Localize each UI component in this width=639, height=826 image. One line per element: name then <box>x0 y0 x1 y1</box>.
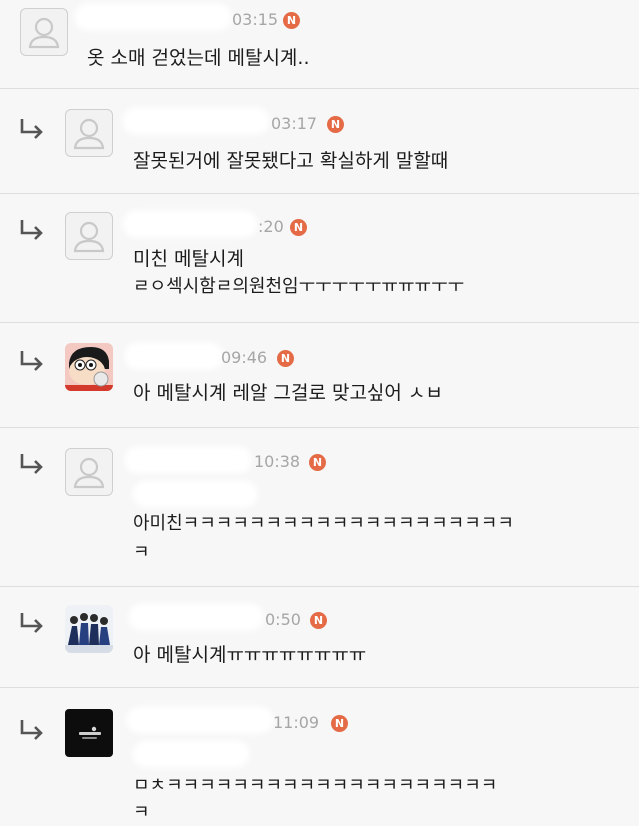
comment-item: 11:09 N ㅁㅊㅋㅋㅋㅋㅋㅋㅋㅋㅋㅋㅋㅋㅋㅋㅋㅋㅋㅋㅋㅋ ㅋ <box>0 688 639 823</box>
new-badge: N <box>309 454 326 471</box>
comment-time: :20 <box>258 217 284 236</box>
default-avatar-icon[interactable] <box>65 109 113 157</box>
comment-text: 잘못된거에 잘못됐다고 확실하게 말할때 <box>133 150 449 172</box>
comment-time: 11:09 <box>273 713 320 732</box>
comment-time: 09:46 <box>221 348 268 367</box>
new-badge: N <box>277 350 294 367</box>
group-photo-avatar[interactable] <box>65 605 113 653</box>
comment-text: 아 메탈시계 레알 그걸로 맞고싶어 ㅅㅂ <box>133 382 443 404</box>
new-badge: N <box>290 219 307 236</box>
comment-text-line2: ㅋ <box>133 802 150 823</box>
username-redacted <box>126 214 254 234</box>
comment-item: :20 N 미친 메탈시계 ㄹㅇ섹시함ㄹ의원천임ㅜㅜㅜㅜㅜㅠㅠㅠㅜㅜ <box>0 194 639 322</box>
reply-arrow-icon <box>18 218 46 242</box>
comment-text-line1: 미친 메탈시계 <box>133 248 244 270</box>
redacted-text <box>136 484 254 504</box>
reply-arrow-icon <box>18 452 46 476</box>
default-avatar-icon[interactable] <box>65 448 113 496</box>
reply-arrow-icon <box>18 349 46 373</box>
reply-arrow-icon <box>18 718 46 742</box>
dark-logo-avatar[interactable] <box>65 709 113 757</box>
new-badge: N <box>283 12 300 29</box>
new-badge: N <box>331 715 348 732</box>
username-redacted <box>78 7 228 27</box>
comment-text-line2: ㄹㅇ섹시함ㄹ의원천임ㅜㅜㅜㅜㅜㅠㅠㅠㅜㅜ <box>133 276 465 297</box>
comment-item: 09:46 N 아 메탈시계 레알 그걸로 맞고싶어 ㅅㅂ <box>0 323 639 427</box>
username-redacted <box>130 710 270 730</box>
comment-time: 0:50 <box>265 610 301 629</box>
new-badge: N <box>310 612 327 629</box>
comment-text-line1: ㅁㅊㅋㅋㅋㅋㅋㅋㅋㅋㅋㅋㅋㅋㅋㅋㅋㅋㅋㅋㅋㅋ <box>133 775 498 796</box>
comment-item: 10:38 N 아미친ㅋㅋㅋㅋㅋㅋㅋㅋㅋㅋㅋㅋㅋㅋㅋㅋㅋㅋㅋㅋ ㅋ <box>0 428 639 586</box>
comment-item: 03:17 N 잘못된거에 잘못됐다고 확실하게 말할때 <box>0 89 639 193</box>
comment-text: 옷 소매 걷었는데 메탈시계.. <box>87 47 310 69</box>
comment-text: 아 메탈시계ㅠㅠㅠㅠㅠㅠㅠㅠ <box>133 644 367 666</box>
username-redacted <box>126 111 266 131</box>
username-redacted <box>128 346 220 366</box>
comment-time: 03:17 <box>271 114 318 133</box>
comment-time: 10:38 <box>254 452 301 471</box>
default-avatar-icon[interactable] <box>65 212 113 260</box>
reply-arrow-icon <box>18 611 46 635</box>
comment-text-line2: ㅋ <box>133 542 150 563</box>
username-redacted <box>132 607 260 627</box>
comment-text-line1: 아미친ㅋㅋㅋㅋㅋㅋㅋㅋㅋㅋㅋㅋㅋㅋㅋㅋㅋㅋㅋㅋ <box>133 513 514 534</box>
reply-arrow-icon <box>18 117 46 141</box>
comment-item: 0:50 N 아 메탈시계ㅠㅠㅠㅠㅠㅠㅠㅠ <box>0 587 639 687</box>
cartoon-avatar[interactable] <box>65 343 113 391</box>
username-redacted <box>128 450 248 470</box>
comment-time: 03:15 <box>232 10 279 29</box>
new-badge: N <box>327 116 344 133</box>
default-avatar-icon[interactable] <box>20 8 68 56</box>
redacted-text <box>136 744 246 764</box>
comment-item: 03:15 N 옷 소매 걷었는데 메탈시계.. <box>0 0 639 87</box>
